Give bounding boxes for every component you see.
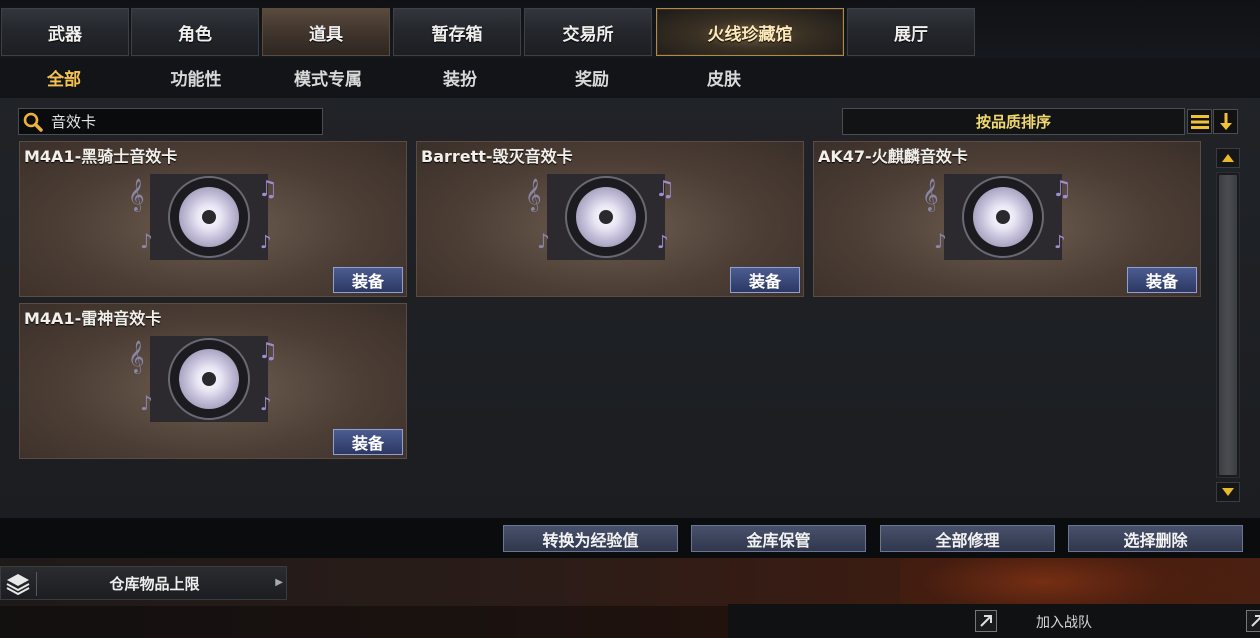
convert-to-exp-button[interactable]: 转换为经验值 — [503, 525, 678, 552]
item-name: AK47-火麒麟音效卡 — [818, 147, 968, 166]
search-value: 音效卡 — [51, 113, 97, 131]
scroll-track[interactable] — [1216, 172, 1240, 478]
tab-showroom[interactable]: 展厅 — [847, 8, 975, 56]
tab-exchange[interactable]: 交易所 — [524, 8, 652, 56]
subtab-skins[interactable]: 皮肤 — [664, 58, 784, 96]
svg-text:𝄞: 𝄞 — [525, 178, 542, 212]
join-team-link[interactable]: 加入战队 — [1036, 612, 1092, 632]
svg-text:♪: ♪ — [537, 229, 550, 253]
main-tab-bar: 武器 角色 道具 暂存箱 交易所 火线珍藏馆 展厅 — [0, 0, 1260, 58]
layers-icon — [6, 574, 30, 595]
expand-icon[interactable] — [1246, 610, 1260, 632]
item-card[interactable]: M4A1-黑骑士音效卡 𝄞 ♫ ♪ ♪ 装备 — [19, 141, 407, 297]
select-delete-button[interactable]: 选择删除 — [1068, 525, 1243, 552]
item-name: M4A1-黑骑士音效卡 — [24, 147, 178, 166]
equip-button[interactable]: 装备 — [333, 267, 403, 293]
sort-dropdown[interactable]: 按品质排序 — [842, 108, 1185, 135]
item-card[interactable]: Barrett-毁灭音效卡 𝄞 ♫ ♪ ♪ 装备 — [416, 141, 804, 297]
svg-text:𝄞: 𝄞 — [128, 340, 145, 374]
repair-all-button[interactable]: 全部修理 — [880, 525, 1055, 552]
svg-text:♫: ♫ — [258, 177, 278, 202]
storage-limit-label: 仓库物品上限 — [109, 574, 200, 593]
svg-text:♪: ♪ — [934, 229, 947, 253]
search-input[interactable]: 音效卡 — [18, 108, 323, 135]
subtab-functional[interactable]: 功能性 — [136, 58, 256, 96]
subtab-all[interactable]: 全部 — [4, 58, 124, 96]
vault-storage-button[interactable]: 金库保管 — [691, 525, 866, 552]
sound-card-icon: 𝄞 ♫ ♪ ♪ — [128, 336, 278, 422]
expand-icon[interactable] — [975, 610, 997, 632]
svg-text:♫: ♫ — [1052, 177, 1072, 202]
item-card[interactable]: AK47-火麒麟音效卡 𝄞 ♫ ♪ ♪ 装备 — [813, 141, 1201, 297]
sort-down-arrow-icon[interactable] — [1213, 109, 1238, 134]
svg-text:♪: ♪ — [1054, 232, 1066, 253]
scroll-thumb[interactable] — [1219, 175, 1237, 475]
action-bar: 转换为经验值 金库保管 全部修理 选择删除 — [0, 518, 1260, 558]
svg-text:𝄞: 𝄞 — [128, 178, 145, 212]
sort-label: 按品质排序 — [975, 113, 1051, 131]
tab-temp-storage[interactable]: 暂存箱 — [393, 8, 521, 56]
sound-card-icon: 𝄞 ♫ ♪ ♪ — [128, 174, 278, 260]
svg-text:♫: ♫ — [655, 177, 675, 202]
svg-text:♪: ♪ — [260, 394, 272, 415]
item-name: M4A1-雷神音效卡 — [24, 309, 162, 328]
list-icon[interactable] — [1187, 109, 1212, 134]
tab-characters[interactable]: 角色 — [131, 8, 259, 56]
scroll-up-icon[interactable] — [1216, 148, 1240, 168]
subtab-rewards[interactable]: 奖励 — [532, 58, 652, 96]
sub-tab-bar: 全部 功能性 模式专属 装扮 奖励 皮肤 — [0, 58, 1260, 98]
equip-button[interactable]: 装备 — [1127, 267, 1197, 293]
scrollbar[interactable] — [1216, 148, 1240, 502]
equip-button[interactable]: 装备 — [730, 267, 800, 293]
subtab-mode-exclusive[interactable]: 模式专属 — [268, 58, 388, 96]
subtab-outfit[interactable]: 装扮 — [400, 58, 520, 96]
sound-card-icon: 𝄞 ♫ ♪ ♪ — [922, 174, 1072, 260]
scroll-down-icon[interactable] — [1216, 482, 1240, 502]
svg-text:♪: ♪ — [140, 229, 153, 253]
chevron-right-icon: ▶ — [275, 577, 283, 588]
storage-limit-bar[interactable]: 仓库物品上限 ▶ — [0, 566, 287, 600]
svg-text:♪: ♪ — [260, 232, 272, 253]
bottom-bar: 仓库物品上限 ▶ 加入战队 — [0, 558, 1260, 638]
tab-collection-hall[interactable]: 火线珍藏馆 — [656, 8, 844, 56]
tab-weapons[interactable]: 武器 — [1, 8, 129, 56]
item-card[interactable]: M4A1-雷神音效卡 𝄞 ♫ ♪ ♪ 装备 — [19, 303, 407, 459]
equip-button[interactable]: 装备 — [333, 429, 403, 455]
svg-text:♫: ♫ — [258, 339, 278, 364]
svg-text:♪: ♪ — [657, 232, 669, 253]
inventory-panel: 音效卡 按品质排序 M4A1-黑骑士音效卡 𝄞 ♫ ♪ ♪ 装备 Barrett… — [0, 98, 1260, 518]
sound-card-icon: 𝄞 ♫ ♪ ♪ — [525, 174, 675, 260]
svg-text:𝄞: 𝄞 — [922, 178, 939, 212]
search-icon — [19, 109, 47, 134]
tab-items[interactable]: 道具 — [262, 8, 390, 56]
svg-text:♪: ♪ — [140, 391, 153, 415]
item-name: Barrett-毁灭音效卡 — [421, 147, 573, 166]
